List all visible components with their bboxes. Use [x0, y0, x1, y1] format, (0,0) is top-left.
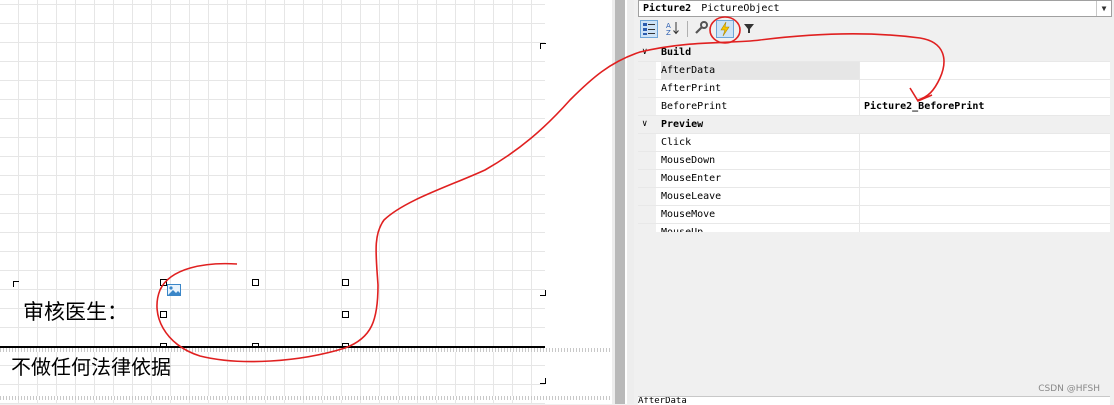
splitter-highlight	[625, 0, 627, 404]
property-row-beforeprint[interactable]: BeforePrint Picture2_BeforePrint	[638, 98, 1110, 116]
chevron-down-icon[interactable]: ∨	[642, 44, 647, 61]
panel-splitter[interactable]	[612, 0, 634, 404]
property-value[interactable]	[859, 134, 1110, 151]
events-lightning-icon[interactable]	[716, 20, 734, 38]
chevron-down-icon[interactable]: ▼	[1096, 1, 1111, 16]
property-name: MouseMove	[661, 209, 716, 220]
page-margin-area	[545, 0, 612, 404]
property-name: MouseDown	[661, 155, 716, 166]
category-label: Build	[661, 47, 692, 58]
picture-object-icon[interactable]	[167, 284, 181, 296]
property-name: Click	[661, 137, 692, 148]
resize-handle-t[interactable]	[252, 279, 259, 286]
property-value[interactable]	[859, 152, 1110, 169]
properties-toolbar: AZ	[638, 18, 1110, 42]
property-grid: ∨ Build AfterData AfterPrint BeforePrint Pict…	[638, 44, 1110, 242]
splitter-bar	[615, 0, 625, 404]
property-row-afterprint[interactable]: AfterPrint	[638, 80, 1110, 98]
row-margin	[638, 62, 656, 79]
toolbar-divider	[687, 21, 688, 37]
property-name: MouseEnter	[661, 173, 722, 184]
row-margin	[638, 80, 656, 97]
row-margin	[638, 134, 656, 151]
wrench-icon[interactable]	[692, 20, 710, 38]
row-margin	[638, 98, 656, 115]
property-name: AfterPrint	[661, 83, 722, 94]
property-row-mouseleave[interactable]: MouseLeave	[638, 188, 1110, 206]
object-corner-marker	[13, 281, 19, 287]
object-type: PictureObject	[701, 3, 780, 14]
filter-icon[interactable]	[740, 20, 758, 38]
property-value[interactable]: Picture2_BeforePrint	[859, 98, 1110, 115]
row-margin	[638, 152, 656, 169]
categorized-icon[interactable]	[640, 20, 658, 38]
property-grid-empty-space	[638, 232, 1110, 394]
band-corner-marker	[540, 378, 546, 384]
band-separator[interactable]	[0, 396, 612, 400]
design-grid	[0, 0, 545, 404]
reviewer-label[interactable]: 审核医生：	[23, 296, 128, 326]
alphabetical-icon[interactable]: AZ	[664, 20, 682, 38]
row-margin	[638, 170, 656, 187]
category-build[interactable]: ∨ Build	[638, 44, 1110, 62]
band-corner-marker	[540, 290, 546, 296]
row-margin	[638, 188, 656, 205]
property-value[interactable]	[859, 80, 1110, 97]
object-name: Picture2	[643, 3, 692, 14]
resize-handle-tl[interactable]	[160, 279, 167, 286]
property-row-mouseenter[interactable]: MouseEnter	[638, 170, 1110, 188]
footer-disclaimer-text[interactable]: 不做任何法律依据	[11, 351, 171, 380]
properties-panel: Picture2 PictureObject ▼ AZ ∨ Build AfterD…	[634, 0, 1114, 405]
object-selector[interactable]: Picture2 PictureObject ▼	[638, 0, 1112, 17]
property-name: AfterData	[661, 62, 859, 79]
svg-text:Z: Z	[666, 29, 671, 36]
property-name: MouseLeave	[661, 191, 722, 202]
category-label: Preview	[661, 119, 704, 130]
resize-handle-tr[interactable]	[342, 279, 349, 286]
resize-handle-r[interactable]	[342, 311, 349, 318]
page-corner-marker	[540, 43, 546, 49]
property-value[interactable]	[859, 206, 1110, 223]
property-row-mousedown[interactable]: MouseDown	[638, 152, 1110, 170]
property-value[interactable]	[859, 188, 1110, 205]
property-row-afterdata[interactable]: AfterData	[638, 62, 1110, 80]
row-margin	[638, 206, 656, 223]
property-value[interactable]	[859, 170, 1110, 187]
category-preview[interactable]: ∨ Preview	[638, 116, 1110, 134]
report-designer[interactable]: 审核医生： 不做任何法律依据	[0, 0, 612, 404]
property-row-mousemove[interactable]: MouseMove	[638, 206, 1110, 224]
property-name: BeforePrint	[661, 101, 728, 112]
chevron-down-icon[interactable]: ∨	[642, 116, 647, 133]
property-value[interactable]	[859, 62, 1110, 79]
property-row-click[interactable]: Click	[638, 134, 1110, 152]
watermark: CSDN @HFSH	[1038, 384, 1100, 394]
resize-handle-l[interactable]	[160, 311, 167, 318]
